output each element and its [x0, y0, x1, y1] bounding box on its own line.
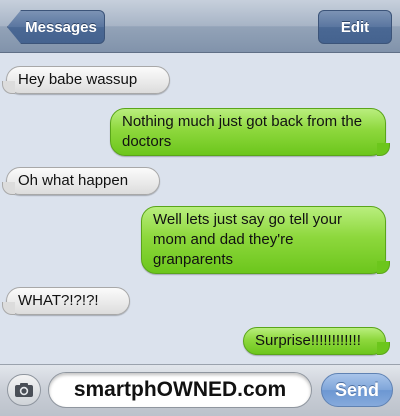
message-bubble-incoming: WHAT?!?!?!: [2, 287, 130, 315]
message-bubble-outgoing: Nothing much just got back from the doct…: [110, 108, 390, 156]
navigation-bar: Messages Edit: [0, 0, 400, 53]
message-bubble-incoming: Hey babe wassup: [2, 66, 170, 94]
send-button[interactable]: Send: [321, 373, 393, 407]
camera-button[interactable]: [7, 374, 41, 406]
message-bubble-outgoing: Well lets just say go tell your mom and …: [141, 206, 390, 274]
edit-button[interactable]: Edit: [318, 10, 392, 44]
messages-back-button[interactable]: Messages: [7, 10, 105, 44]
message-bubble-incoming: Oh what happen: [2, 167, 160, 195]
compose-bar: smartphOWNED.com Send: [0, 364, 400, 416]
message-bubble-outgoing: Surprise!!!!!!!!!!!!: [243, 327, 390, 355]
camera-icon: [15, 383, 33, 397]
message-input[interactable]: smartphOWNED.com: [48, 372, 312, 408]
